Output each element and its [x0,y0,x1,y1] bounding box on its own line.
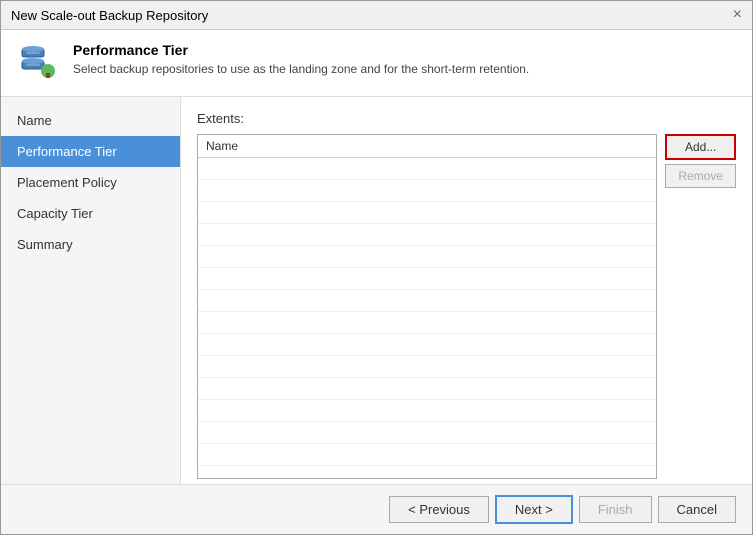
title-bar: New Scale-out Backup Repository × [1,1,752,30]
table-row [198,378,656,400]
table-row [198,356,656,378]
table-row [198,202,656,224]
header: Performance Tier Select backup repositor… [1,30,752,97]
remove-button[interactable]: Remove [665,164,736,188]
sidebar-item-placement-policy[interactable]: Placement Policy [1,167,180,198]
main-content: Name Performance Tier Placement Policy C… [1,97,752,484]
finish-button[interactable]: Finish [579,496,652,523]
table-header-name: Name [198,135,656,158]
footer: < Previous Next > Finish Cancel [1,484,752,534]
sidebar: Name Performance Tier Placement Policy C… [1,97,181,484]
header-description: Select backup repositories to use as the… [73,62,529,76]
extents-label: Extents: [197,111,736,126]
close-button[interactable]: × [733,7,742,23]
extents-section: Name [197,134,736,479]
header-content: Performance Tier Select backup repositor… [73,42,529,76]
add-button[interactable]: Add... [665,134,736,160]
header-title: Performance Tier [73,42,529,58]
sidebar-item-capacity-tier[interactable]: Capacity Tier [1,198,180,229]
table-row [198,290,656,312]
next-button[interactable]: Next > [495,495,573,524]
table-row [198,224,656,246]
content-area: Extents: Name [181,97,752,484]
table-row [198,158,656,180]
table-row [198,444,656,466]
table-row [198,268,656,290]
sidebar-item-performance-tier[interactable]: Performance Tier [1,136,180,167]
database-tier-icon [18,43,58,83]
dialog: New Scale-out Backup Repository × Perfor… [0,0,753,535]
sidebar-item-summary[interactable]: Summary [1,229,180,260]
table-row [198,180,656,202]
extents-buttons: Add... Remove [665,134,736,479]
table-row [198,312,656,334]
table-row [198,246,656,268]
table-row [198,400,656,422]
cancel-button[interactable]: Cancel [658,496,736,523]
dialog-title: New Scale-out Backup Repository [11,8,208,23]
table-row [198,334,656,356]
previous-button[interactable]: < Previous [389,496,489,523]
sidebar-item-name[interactable]: Name [1,105,180,136]
extents-table-body [198,158,656,478]
extents-table: Name [197,134,657,479]
table-row [198,422,656,444]
header-icon [17,42,59,84]
